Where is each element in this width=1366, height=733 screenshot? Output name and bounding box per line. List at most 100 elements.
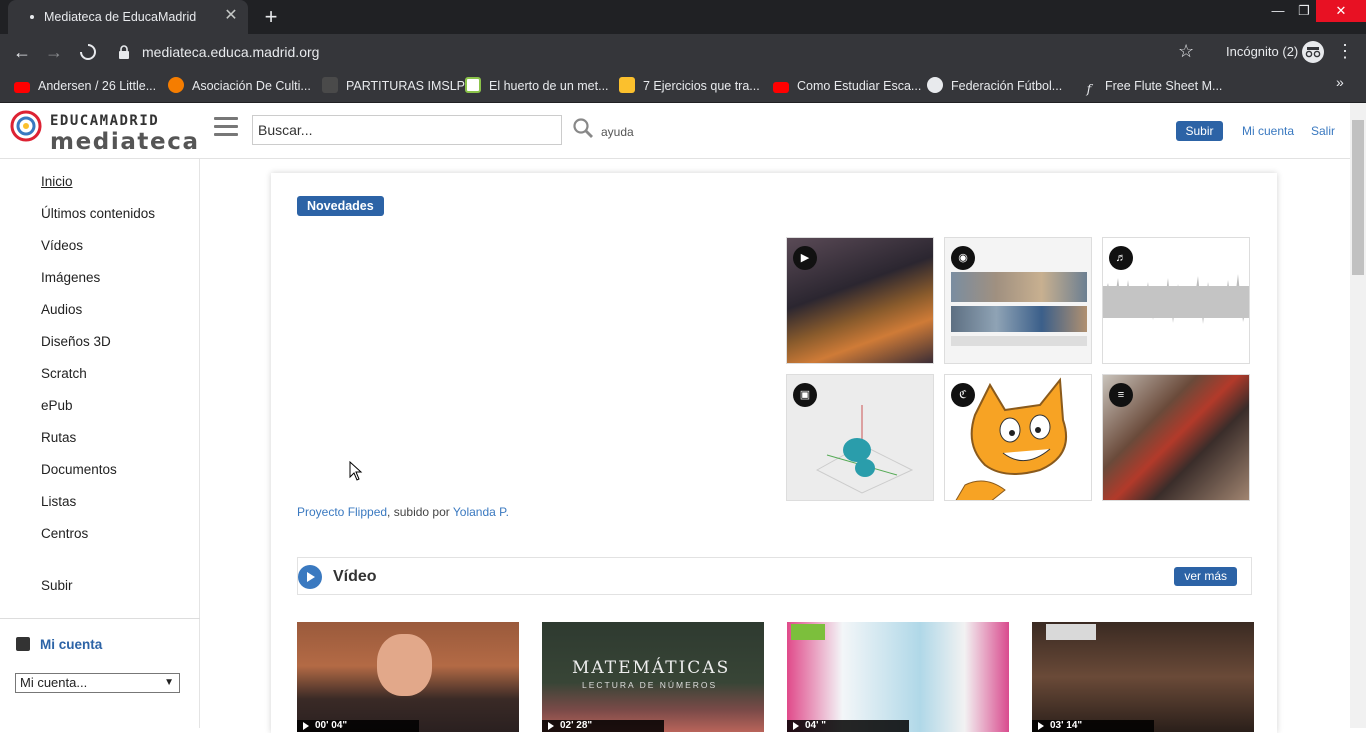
forward-button[interactable]: →	[42, 40, 66, 64]
account-heading: Mi cuenta	[16, 637, 102, 652]
bookmarks-bar: Andersen / 26 Little... Asociación De Cu…	[0, 70, 1366, 103]
logo-text-educamadrid[interactable]: EDUCAMADRID	[50, 113, 159, 129]
sidebar-item-audios[interactable]: Audios	[41, 302, 82, 317]
sidebar-item-rutas[interactable]: Rutas	[41, 430, 76, 445]
new-tab-button[interactable]: +	[260, 6, 282, 28]
globe-icon	[927, 77, 943, 93]
list-icon: ≡	[1109, 383, 1133, 407]
featured-credit: Proyecto Flipped, subido por Yolanda P.	[297, 505, 509, 519]
bookmark-star-icon[interactable]: ☆	[1178, 41, 1194, 62]
mouse-cursor-icon	[349, 461, 363, 481]
thumbnail-scratch[interactable]: ℭ	[944, 374, 1092, 501]
video-still	[377, 634, 432, 696]
video-card[interactable]: MATEMÁTICAS LECTURA DE NÚMEROS 02' 28"	[542, 622, 764, 732]
bookmark-item[interactable]: Asociación De Culti...	[168, 77, 311, 95]
ge-icon	[619, 77, 635, 93]
sidebar-divider	[0, 618, 200, 619]
help-link[interactable]: ayuda	[601, 125, 634, 139]
incognito-label[interactable]: Incógnito (2)	[1226, 44, 1298, 59]
bookmark-item[interactable]: Como Estudiar Esca...	[773, 77, 921, 95]
upload-button[interactable]: Subir	[1176, 121, 1223, 141]
sidebar-item-listas[interactable]: Listas	[41, 494, 76, 509]
search-icon[interactable]	[572, 117, 594, 139]
video-card[interactable]: 03' 14"	[1032, 622, 1254, 732]
crif-logo-icon	[791, 624, 825, 640]
bookmarks-more-icon[interactable]: »	[1336, 74, 1344, 90]
sidebar: Inicio Últimos contenidos Vídeos Imágene…	[0, 159, 200, 728]
browser-toolbar: ← → mediateca.educa.madrid.org ☆ Incógni…	[0, 34, 1366, 70]
sidebar-item-epub[interactable]: ePub	[41, 398, 73, 413]
youtube-icon	[14, 82, 30, 93]
video-duration: 03' 14"	[1032, 720, 1154, 732]
logo-text-mediateca[interactable]: mediateca	[50, 129, 200, 155]
dropdown-arrow-icon: ▼	[164, 677, 174, 688]
sidebar-item-inicio[interactable]: Inicio	[41, 174, 73, 189]
cube-icon: ▣	[793, 383, 817, 407]
bookmark-item[interactable]: Andersen / 26 Little...	[14, 77, 156, 95]
script-f-icon: f	[1086, 81, 1092, 96]
close-window-button[interactable]: ✕	[1316, 0, 1366, 22]
video-duration: 04' "	[787, 720, 909, 732]
booktubers-logo-icon	[1046, 624, 1096, 640]
sidebar-item-centros[interactable]: Centros	[41, 526, 88, 541]
play-icon: ▶	[793, 246, 817, 270]
novedades-badge: Novedades	[297, 196, 384, 216]
video-card[interactable]: 00' 04"	[297, 622, 519, 732]
imslp-icon	[322, 77, 338, 93]
sidebar-item-scratch[interactable]: Scratch	[41, 366, 87, 381]
camera-icon: ◉	[951, 246, 975, 270]
video-duration: 02' 28"	[542, 720, 664, 732]
content-card: Novedades ▶ ◉ ♬ ▣ ℭ ≡ Proyecto Flipped, …	[271, 173, 1277, 733]
video-overlay-title: MATEMÁTICAS	[572, 658, 731, 678]
featured-user-link[interactable]: Yolanda P.	[453, 505, 509, 519]
loading-spinner-icon	[80, 44, 96, 60]
sidebar-item-subir[interactable]: Subir	[41, 578, 73, 593]
bookmark-item[interactable]: El huerto de un met...	[465, 77, 609, 95]
stop-loading-button[interactable]	[76, 40, 100, 64]
video-section-header: Vídeo ver más	[297, 557, 1252, 595]
logout-link[interactable]: Salir	[1311, 124, 1335, 138]
thumbnail-image[interactable]: ◉	[944, 237, 1092, 364]
video-card[interactable]: 04' "	[787, 622, 1009, 732]
incognito-icon[interactable]	[1302, 41, 1324, 63]
image-icon	[465, 77, 481, 93]
educamadrid-logo-icon[interactable]	[10, 110, 42, 142]
site-header: EDUCAMADRID mediateca ayuda Subir Mi cue…	[0, 103, 1350, 159]
youtube-icon	[773, 82, 789, 93]
browser-menu-icon[interactable]: ⋮	[1336, 41, 1354, 61]
search-input[interactable]	[252, 115, 562, 145]
lock-icon[interactable]	[118, 45, 130, 59]
my-account-link[interactable]: Mi cuenta	[1242, 124, 1294, 138]
thumbnail-document[interactable]: ≡	[1102, 374, 1250, 501]
bookmark-item[interactable]: 7 Ejercicios que tra...	[619, 77, 760, 95]
ver-mas-button[interactable]: ver más	[1174, 567, 1237, 586]
bookmark-item[interactable]: f Free Flute Sheet M...	[1081, 77, 1223, 96]
menu-icon[interactable]	[214, 117, 238, 137]
back-button[interactable]: ←	[10, 40, 34, 64]
bookmark-item[interactable]: Federación Fútbol...	[927, 77, 1062, 95]
sidebar-item-videos[interactable]: Vídeos	[41, 238, 83, 253]
sidebar-item-disenos-3d[interactable]: Diseños 3D	[41, 334, 111, 349]
page-scrollbar-thumb[interactable]	[1352, 120, 1364, 275]
sidebar-item-ultimos-contenidos[interactable]: Últimos contenidos	[41, 206, 155, 221]
account-select[interactable]: Mi cuenta... ▼	[15, 673, 180, 693]
tab-close-icon[interactable]: ✕	[222, 7, 240, 25]
main-content: Novedades ▶ ◉ ♬ ▣ ℭ ≡ Proyecto Flipped, …	[200, 159, 1350, 733]
thumbnail-video[interactable]: ▶	[786, 237, 934, 364]
browser-tab-bar: Mediateca de EducaMadrid ✕ + — ❐ ✕	[0, 0, 1366, 34]
sidebar-item-documentos[interactable]: Documentos	[41, 462, 117, 477]
thumbnail-3d[interactable]: ▣	[786, 374, 934, 501]
scratch-icon: ℭ	[951, 383, 975, 407]
sidebar-item-imagenes[interactable]: Imágenes	[41, 270, 100, 285]
loading-icon	[30, 15, 34, 19]
address-bar[interactable]: mediateca.educa.madrid.org	[142, 44, 319, 60]
audio-icon: ♬	[1109, 246, 1133, 270]
video-overlay-subtitle: LECTURA DE NÚMEROS	[582, 680, 718, 690]
bookmark-item[interactable]: PARTITURAS IMSLP	[322, 77, 465, 95]
tab-title: Mediateca de EducaMadrid	[44, 10, 197, 24]
featured-title-link[interactable]: Proyecto Flipped	[297, 505, 387, 519]
thumbnail-audio[interactable]: ♬	[1102, 237, 1250, 364]
browser-tab[interactable]: Mediateca de EducaMadrid ✕	[8, 0, 248, 34]
video-duration: 00' 04"	[297, 720, 419, 732]
user-icon	[16, 637, 30, 651]
